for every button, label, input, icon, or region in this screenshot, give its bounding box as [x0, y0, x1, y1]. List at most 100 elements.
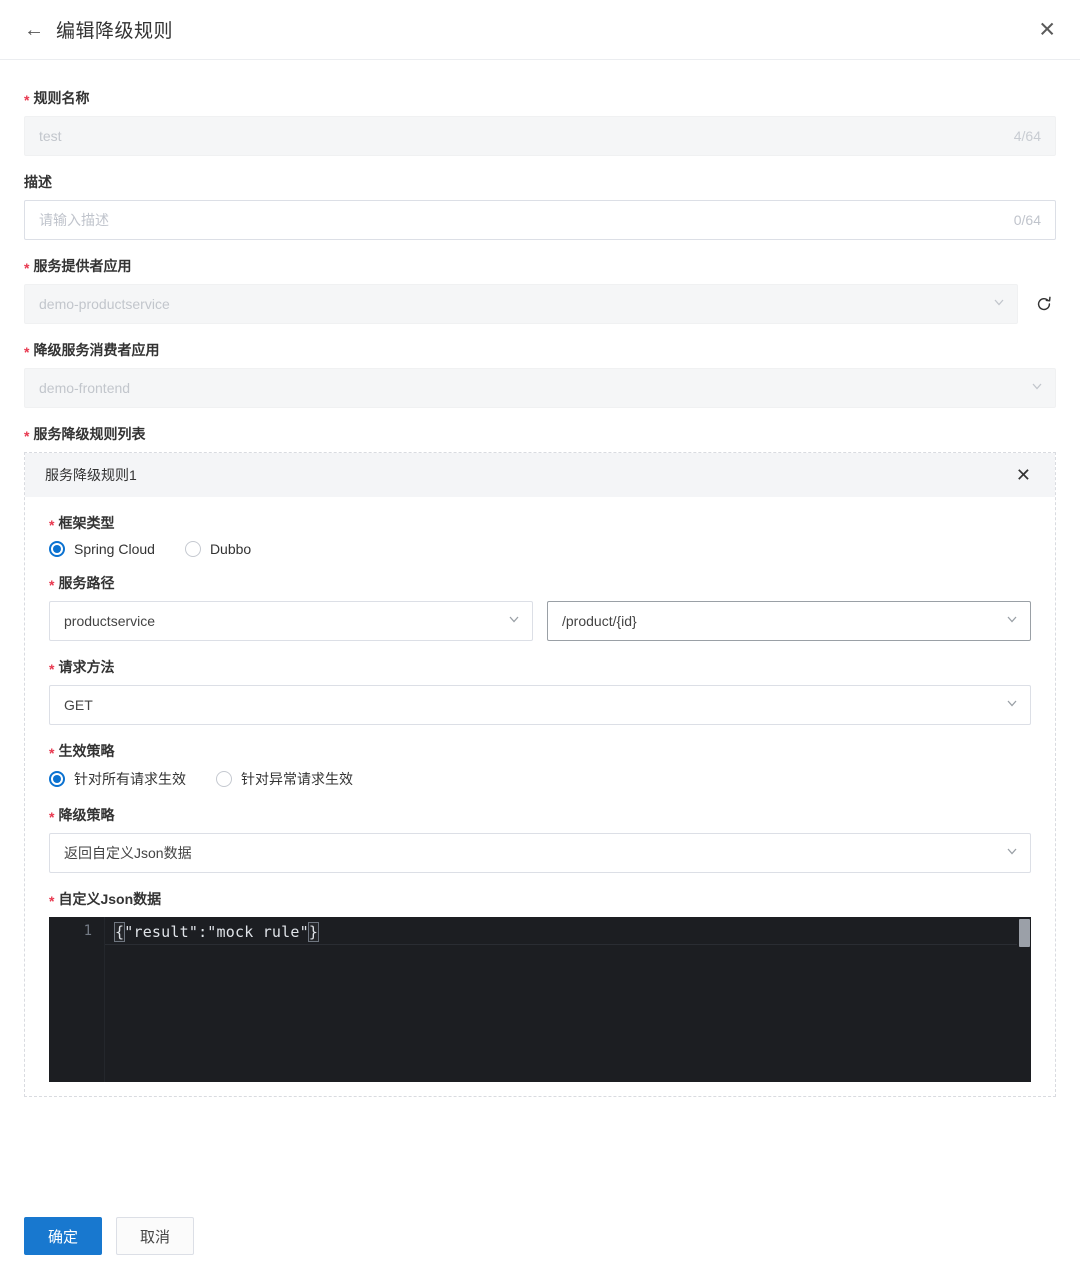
radio-dot-icon — [216, 771, 232, 787]
required-asterisk: * — [49, 745, 55, 761]
footer-actions: 确定 取消 — [0, 1199, 1080, 1275]
label-text: 服务路径 — [58, 575, 115, 591]
label-text: 描述 — [24, 174, 52, 190]
label-text: 生效策略 — [58, 743, 115, 759]
required-asterisk: * — [24, 260, 30, 276]
rule-name-value: test — [39, 128, 62, 144]
description-input[interactable]: 请输入描述 0/64 — [24, 200, 1056, 240]
label-text: 服务降级规则列表 — [33, 426, 146, 442]
radio-dubbo[interactable]: Dubbo — [184, 541, 252, 557]
label-text: 规则名称 — [33, 90, 90, 106]
label-request-method: * 请求方法 — [49, 657, 1031, 677]
consumer-app-value: demo-frontend — [39, 380, 131, 396]
framework-type-radio-group: Spring Cloud Dubbo — [49, 541, 1031, 557]
provider-app-row: demo-productservice — [24, 284, 1056, 324]
required-asterisk: * — [24, 344, 30, 360]
label-custom-json: * 自定义Json数据 — [49, 889, 1031, 909]
rule-card-body: * 框架类型 Spring Cloud Dubbo * 服务路径 product… — [25, 497, 1055, 1096]
provider-app-value: demo-productservice — [39, 296, 170, 312]
code-close-brace: } — [307, 922, 320, 942]
required-asterisk: * — [49, 893, 55, 909]
chevron-down-icon — [1006, 613, 1018, 625]
rule-card: 服务降级规则1 ✕ * 框架类型 Spring Cloud Dubbo * 服务… — [24, 452, 1056, 1097]
chevron-down-icon — [993, 296, 1005, 308]
description-placeholder: 请输入描述 — [39, 212, 109, 228]
editor-gutter: 1 — [49, 917, 105, 1082]
rule-name-counter: 4/64 — [1013, 128, 1041, 144]
chevron-down-icon — [1006, 697, 1018, 709]
radio-spring-cloud[interactable]: Spring Cloud — [49, 541, 155, 557]
label-text: 框架类型 — [58, 515, 115, 531]
provider-app-select[interactable]: demo-productservice — [24, 284, 1018, 324]
radio-dot-icon — [184, 541, 201, 557]
service-path-value: /product/{id} — [562, 613, 637, 629]
field-request-method: * 请求方法 GET — [49, 657, 1031, 725]
required-asterisk: * — [49, 517, 55, 533]
arrow-left-icon[interactable]: ← — [24, 20, 44, 40]
chevron-down-icon — [1031, 380, 1043, 392]
label-rule-name: * 规则名称 — [24, 88, 1056, 108]
field-framework-type: * 框架类型 Spring Cloud Dubbo — [49, 513, 1031, 557]
consumer-app-select[interactable]: demo-frontend — [24, 368, 1056, 408]
request-method-select[interactable]: GET — [49, 685, 1031, 725]
radio-all-requests[interactable]: 针对所有请求生效 — [49, 769, 186, 789]
rule-card-header: 服务降级规则1 ✕ — [25, 453, 1055, 497]
service-name-select[interactable]: productservice — [49, 601, 533, 641]
radio-label: 针对异常请求生效 — [241, 771, 353, 787]
radio-label: 针对所有请求生效 — [74, 771, 186, 787]
label-text: 请求方法 — [58, 659, 115, 675]
label-text: 自定义Json数据 — [58, 891, 162, 907]
request-method-value: GET — [64, 697, 93, 713]
close-icon[interactable]: ✕ — [1012, 464, 1035, 486]
label-text: 降级策略 — [58, 807, 115, 823]
radio-error-requests[interactable]: 针对异常请求生效 — [216, 769, 353, 789]
cancel-button[interactable]: 取消 — [116, 1217, 194, 1255]
required-asterisk: * — [49, 809, 55, 825]
confirm-button[interactable]: 确定 — [24, 1217, 102, 1255]
code-open-brace: { — [113, 922, 126, 942]
radio-dot-icon — [49, 771, 65, 787]
service-name-value: productservice — [64, 613, 156, 629]
form-body: * 规则名称 test 4/64 描述 请输入描述 0/64 * 服务提供者应用 — [0, 60, 1080, 1097]
label-description: 描述 — [24, 172, 1056, 192]
degrade-strategy-select[interactable]: 返回自定义Json数据 — [49, 833, 1031, 873]
field-description: 描述 请输入描述 0/64 — [24, 172, 1056, 240]
editor-scrollbar-track[interactable] — [1017, 917, 1031, 1082]
rule-name-input[interactable]: test 4/64 — [24, 116, 1056, 156]
radio-dot-icon — [49, 541, 65, 557]
field-degrade-strategy: * 降级策略 返回自定义Json数据 — [49, 805, 1031, 873]
edit-degrade-rule-page: ← 编辑降级规则 ✕ * 规则名称 test 4/64 描述 请输入描述 0/6… — [0, 0, 1080, 1275]
label-text: 服务提供者应用 — [33, 258, 132, 274]
label-framework-type: * 框架类型 — [49, 513, 1031, 533]
refresh-icon[interactable] — [1032, 292, 1056, 316]
label-provider-app: * 服务提供者应用 — [24, 256, 1056, 276]
field-consumer-app: * 降级服务消费者应用 demo-frontend — [24, 340, 1056, 408]
code-body: "result":"mock rule" — [124, 923, 309, 941]
chevron-down-icon — [1006, 845, 1018, 857]
editor-code-line: {"result":"mock rule"} — [113, 922, 320, 942]
description-counter: 0/64 — [1013, 212, 1041, 228]
label-text: 降级服务消费者应用 — [33, 342, 160, 358]
rule-card-title: 服务降级规则1 — [45, 467, 137, 483]
label-effect-strategy: * 生效策略 — [49, 741, 1031, 761]
page-header: ← 编辑降级规则 ✕ — [0, 0, 1080, 60]
chevron-down-icon — [508, 613, 520, 625]
field-provider-app: * 服务提供者应用 demo-productservice — [24, 256, 1056, 324]
custom-json-editor[interactable]: 1 {"result":"mock rule"} — [49, 917, 1031, 1082]
field-rule-list: * 服务降级规则列表 服务降级规则1 ✕ * 框架类型 Spring Cloud… — [24, 424, 1056, 1097]
field-custom-json: * 自定义Json数据 1 {"result":"mock rule"} — [49, 889, 1031, 1082]
degrade-strategy-value: 返回自定义Json数据 — [64, 845, 192, 861]
field-effect-strategy: * 生效策略 针对所有请求生效 针对异常请求生效 — [49, 741, 1031, 789]
line-number: 1 — [83, 923, 92, 939]
required-asterisk: * — [49, 661, 55, 677]
service-path-select[interactable]: /product/{id} — [547, 601, 1031, 641]
label-consumer-app: * 降级服务消费者应用 — [24, 340, 1056, 360]
field-rule-name: * 规则名称 test 4/64 — [24, 88, 1056, 156]
label-service-path: * 服务路径 — [49, 573, 1031, 593]
required-asterisk: * — [24, 92, 30, 108]
label-rule-list: * 服务降级规则列表 — [24, 424, 1056, 444]
required-asterisk: * — [24, 428, 30, 444]
editor-scrollbar-thumb[interactable] — [1019, 919, 1030, 947]
close-icon[interactable]: ✕ — [1038, 19, 1056, 40]
radio-label: Dubbo — [209, 541, 252, 557]
